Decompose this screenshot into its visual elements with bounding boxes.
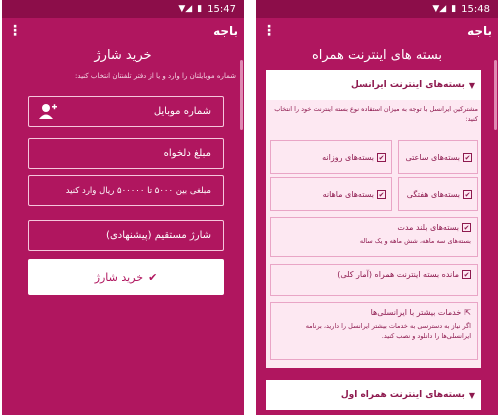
status-time: 15:47 bbox=[207, 3, 236, 15]
signal-icon: ▼◢ bbox=[432, 4, 447, 14]
app-brand: باجه bbox=[467, 24, 492, 38]
battery-icon: ▮ bbox=[451, 4, 457, 14]
status-bar: ▼◢ ▮ 15:47 bbox=[2, 0, 244, 18]
daily-package-tile[interactable]: بسته‌های روزانه ✔ bbox=[270, 140, 392, 174]
buy-charge-label: خرید شارژ bbox=[94, 270, 144, 284]
long-term-title: بسته‌های بلند مدت bbox=[397, 223, 459, 232]
irancell-header-label: بسته‌های اینترنت ایرانسل bbox=[351, 80, 465, 90]
checkbox-icon: ✔ bbox=[462, 223, 471, 232]
share-icon: ⇱ bbox=[464, 308, 471, 317]
hourly-package-tile[interactable]: بسته‌های ساعتی ✔ bbox=[398, 140, 478, 174]
app-bar: ⋮ باجه bbox=[256, 18, 498, 44]
irancell-description: مشترکین ایرانسل با توجه به میزان استفاده… bbox=[274, 105, 478, 123]
remaining-title: مانده بسته اینترنت همراه (آمار کلی) bbox=[337, 270, 459, 279]
tile-label: بسته‌های ماهانه bbox=[322, 189, 374, 199]
charge-screen: ▼◢ ▮ 15:47 ⋮ باجه خرید شارژ شماره موبایل… bbox=[2, 0, 244, 415]
status-bar: ▼◢ ▮ 15:48 bbox=[256, 0, 498, 18]
mobile-number-field[interactable]: شماره موبایل bbox=[28, 96, 224, 127]
checkbox-icon: ✔ bbox=[377, 189, 386, 199]
check-icon: ✔ bbox=[148, 270, 158, 284]
checkbox-icon: ✔ bbox=[463, 189, 472, 199]
tile-label: بسته‌های هفتگی bbox=[406, 189, 460, 199]
weekly-package-tile[interactable]: بسته‌های هفتگی ✔ bbox=[398, 177, 478, 211]
scroll-indicator bbox=[494, 60, 497, 130]
amount-field[interactable]: مبلغ دلخواه bbox=[28, 138, 224, 169]
overflow-menu-icon[interactable]: ⋮ bbox=[262, 23, 276, 39]
more-services-row[interactable]: ⇱ خدمات بیشتر با ایرانسلی‌ها اگر نیاز به … bbox=[270, 302, 478, 360]
tile-label: بسته‌های روزانه bbox=[322, 152, 374, 162]
app-brand: باجه bbox=[213, 24, 238, 38]
charge-type-select[interactable]: شارژ مستقیم (پیشنهادی) bbox=[28, 220, 224, 251]
signal-icon: ▼◢ bbox=[178, 4, 193, 14]
overflow-menu-icon[interactable]: ⋮ bbox=[8, 23, 22, 39]
page-title: خرید شارژ bbox=[94, 48, 152, 63]
charge-type-value: شارژ مستقیم (پیشنهادی) bbox=[106, 230, 211, 241]
tile-label: بسته‌های ساعتی bbox=[405, 152, 460, 162]
checkbox-icon: ✔ bbox=[463, 152, 472, 162]
internet-packages-screen: ▼◢ ▮ 15:48 ⋮ باجه بسته های اینترنت همراه… bbox=[256, 0, 498, 415]
checkbox-icon: ✔ bbox=[377, 152, 386, 162]
scroll-indicator bbox=[240, 60, 243, 130]
long-term-package-row[interactable]: ✔ بسته‌های بلند مدت بسته‌های سه ماهه، شش … bbox=[270, 217, 478, 257]
buy-charge-button[interactable]: خرید شارژ ✔ bbox=[28, 259, 224, 295]
irancell-header[interactable]: بسته‌های اینترنت ایرانسل ▼ bbox=[266, 70, 481, 100]
mobile-hint: شماره موبایلتان را وارد و یا از دفتر تلف… bbox=[75, 72, 236, 80]
add-contact-icon[interactable] bbox=[39, 103, 57, 123]
remaining-balance-row[interactable]: ✔ مانده بسته اینترنت همراه (آمار کلی) bbox=[270, 264, 478, 296]
hamrah-header[interactable]: بسته‌های اینترنت همراه اول ▼ bbox=[266, 380, 481, 410]
status-time: 15:48 bbox=[461, 3, 490, 15]
long-term-description: بسته‌های سه ماهه، شش ماهه و یک ساله bbox=[359, 237, 471, 245]
monthly-package-tile[interactable]: بسته‌های ماهانه ✔ bbox=[270, 177, 392, 211]
chevron-down-icon: ▼ bbox=[468, 390, 475, 400]
mobile-number-placeholder: شماره موبایل bbox=[153, 106, 211, 117]
page-title: بسته های اینترنت همراه bbox=[311, 48, 443, 63]
more-services-title: خدمات بیشتر با ایرانسلی‌ها bbox=[370, 308, 462, 317]
battery-icon: ▮ bbox=[197, 4, 203, 14]
checkbox-icon: ✔ bbox=[462, 270, 471, 279]
more-services-description: اگر نیاز به دسترسی به خدمات بیشتر ایرانس… bbox=[305, 322, 471, 340]
hamrah-header-label: بسته‌های اینترنت همراه اول bbox=[340, 390, 465, 400]
amount-range-field[interactable]: مبلغی بین ۵۰۰۰ تا ۵۰۰۰۰۰ ریال وارد کنید bbox=[28, 175, 224, 206]
amount-placeholder: مبلغ دلخواه bbox=[163, 148, 211, 159]
amount-range-text: مبلغی بین ۵۰۰۰ تا ۵۰۰۰۰۰ ریال وارد کنید bbox=[65, 185, 211, 196]
chevron-down-icon: ▼ bbox=[468, 80, 475, 90]
app-bar: ⋮ باجه bbox=[2, 18, 244, 44]
